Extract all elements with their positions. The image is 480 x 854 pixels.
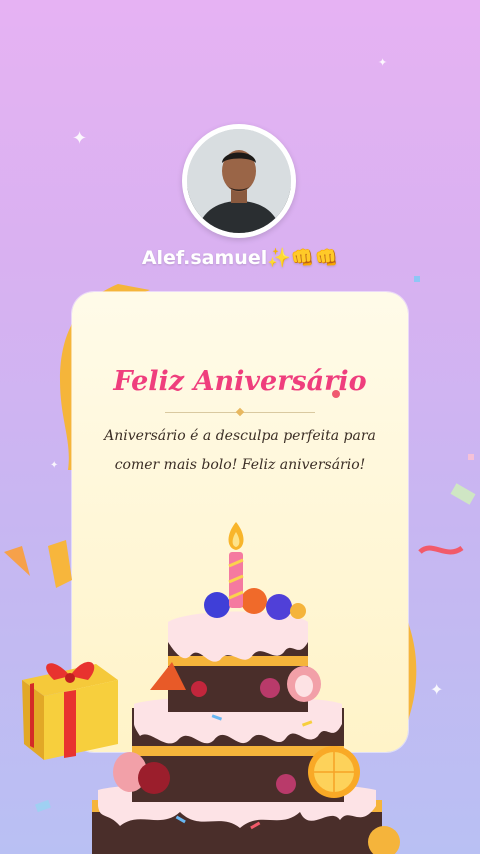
- birthday-cake-icon: [92, 522, 400, 854]
- candle-icon: [228, 522, 244, 608]
